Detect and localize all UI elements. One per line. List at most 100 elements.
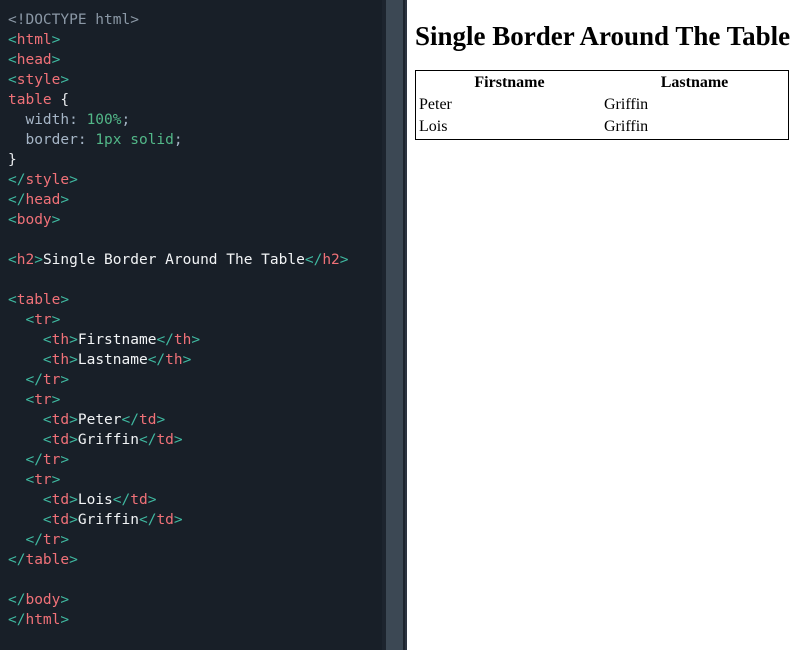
code-token-punct: </ [8, 592, 26, 608]
code-token-punct: > [51, 472, 61, 488]
code-line: </tr> [8, 530, 382, 550]
code-token-tag: body [25, 592, 61, 608]
code-token-punct: > [191, 332, 201, 348]
code-line: </body> [8, 590, 382, 610]
code-line: <td>Griffin</td> [8, 510, 382, 530]
code-line: border: 1px solid; [8, 130, 382, 150]
code-line: <tr> [8, 310, 382, 330]
code-token-semi: : [69, 112, 87, 128]
code-token-punct: > [182, 352, 192, 368]
code-line: <th>Lastname</th> [8, 350, 382, 370]
code-token-punct: > [339, 252, 349, 268]
code-line: <head> [8, 50, 382, 70]
code-token-punct: < [8, 332, 52, 348]
code-token-punct: < [8, 72, 17, 88]
code-token-tag: body [16, 212, 52, 228]
code-line: <td>Griffin</td> [8, 430, 382, 450]
code-token-tag: th [173, 332, 192, 348]
code-token-tag: table [16, 292, 61, 308]
table-cell: Peter [419, 95, 452, 113]
code-line: width: 100%; [8, 110, 382, 130]
table-cell: Lois [419, 117, 448, 135]
code-token-tag: td [51, 432, 70, 448]
code-token-punct: > [69, 552, 78, 568]
code-token-punct: </ [121, 412, 139, 428]
code-line: <h2>Single Border Around The Table</h2> [8, 250, 382, 270]
code-token-punct: </ [8, 192, 26, 208]
code-token-punct: > [69, 172, 78, 188]
code-token-text: Firstname [77, 332, 157, 348]
code-editor-pane[interactable]: <!DOCTYPE html> <html> <head> <style> table … [0, 0, 382, 650]
code-token-brace: } [8, 152, 17, 168]
code-token-tag: tr [42, 372, 61, 388]
code-token-semi: ; [173, 132, 183, 148]
code-token-text: Griffin [77, 512, 139, 528]
code-token-punct: </ [8, 452, 43, 468]
code-token-punct: > [69, 492, 78, 508]
code-token-punct: </ [138, 432, 157, 448]
code-token-punct: > [60, 452, 70, 468]
code-line: <tr> [8, 390, 382, 410]
code-token-punct: > [69, 432, 78, 448]
code-line: <!DOCTYPE html> [8, 10, 382, 30]
code-token-tag: td [51, 412, 70, 428]
code-token-punct: < [8, 512, 52, 528]
code-token-punct: < [8, 32, 17, 48]
code-line: </style> [8, 170, 382, 190]
code-token-tag: tr [34, 392, 52, 408]
code-line: <th>Firstname</th> [8, 330, 382, 350]
code-editor-content[interactable]: <!DOCTYPE html> <html> <head> <style> table … [0, 0, 382, 630]
code-token-punct: < [8, 492, 52, 508]
editor-preview-split-view: <!DOCTYPE html> <html> <head> <style> table … [0, 0, 797, 650]
code-token-punct: > [51, 32, 61, 48]
code-token-punct: < [8, 212, 17, 228]
code-line: <tr> [8, 470, 382, 490]
code-token-punct: < [8, 252, 17, 268]
code-line: </head> [8, 190, 382, 210]
code-token-val: 100% [86, 112, 122, 128]
code-token-punct: </ [8, 372, 43, 388]
code-line: table { [8, 90, 382, 110]
code-token-punct: > [173, 432, 183, 448]
code-line: <table> [8, 290, 382, 310]
code-token-punct: > [51, 212, 61, 228]
code-token-text: Single Border Around The Table [42, 252, 305, 268]
code-token-tag: td [138, 412, 157, 428]
code-token-punct: > [51, 392, 61, 408]
table-cell: Griffin [604, 117, 649, 135]
code-token-punct: > [69, 352, 78, 368]
code-token-tag: html [25, 612, 61, 628]
preview-document-body: Single Border Around The Table Firstname… [407, 0, 797, 148]
code-token-tag: h2 [16, 252, 35, 268]
code-token-punct: > [60, 532, 70, 548]
code-token-tag: th [51, 352, 70, 368]
code-token-punct: </ [8, 172, 26, 188]
editor-vertical-scrollbar[interactable] [382, 0, 405, 650]
code-token-text: Lois [77, 492, 113, 508]
code-line: <style> [8, 70, 382, 90]
table-row: Peter Griffin [418, 95, 786, 115]
code-token-tag: html [16, 32, 52, 48]
code-token-punct: > [34, 252, 43, 268]
code-token-text: Peter [77, 412, 122, 428]
scrollbar-thumb[interactable] [386, 0, 403, 650]
code-token-sel: table [8, 92, 52, 108]
code-token-tag: table [25, 552, 70, 568]
table-row: Lois Griffin [418, 117, 786, 137]
code-token-tag: td [156, 432, 174, 448]
code-token-punct: </ [112, 492, 131, 508]
code-token-tag: head [25, 192, 61, 208]
code-token-tag: tr [42, 532, 61, 548]
preview-table-body: Peter Griffin Lois Griffin [418, 95, 786, 137]
code-token-punct: </ [8, 532, 43, 548]
code-token-punct: </ [147, 352, 166, 368]
preview-heading: Single Border Around The Table [415, 21, 791, 51]
code-token-punct: > [60, 292, 70, 308]
code-token-tag: th [51, 332, 70, 348]
table-header-row: Firstname Lastname [418, 73, 786, 93]
code-token-punct: > [60, 612, 70, 628]
code-token-punct: < [8, 312, 35, 328]
code-line: </tr> [8, 450, 382, 470]
